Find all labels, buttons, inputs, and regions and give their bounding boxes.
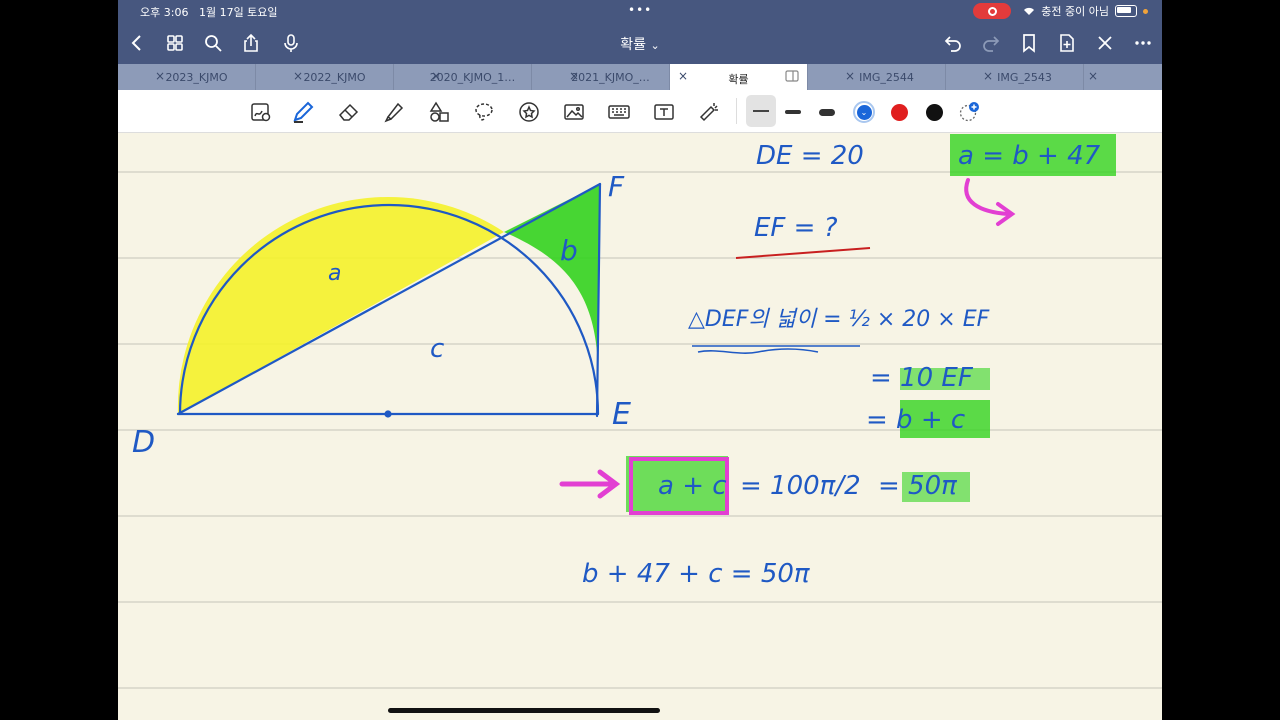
label-a: a xyxy=(328,261,341,286)
bookmark-icon[interactable] xyxy=(1018,32,1040,54)
lasso-icon[interactable] xyxy=(471,99,497,125)
add-page-icon[interactable] xyxy=(1056,32,1078,54)
laser-pointer-icon[interactable] xyxy=(696,99,722,125)
line-eqbc: = b + c xyxy=(866,405,965,435)
more-icon[interactable] xyxy=(1132,32,1154,54)
line-area: △DEF의 넓이 = ½ × 20 × EF xyxy=(688,307,990,332)
close-icon[interactable] xyxy=(1094,32,1116,54)
line-final: b + 47 + c = 50π xyxy=(582,559,810,589)
tab-img-2544[interactable]: × IMG_2544 xyxy=(808,64,946,90)
tab-2020-kjmo[interactable]: × 2020_KJMO_1… xyxy=(394,64,532,90)
add-color-icon[interactable] xyxy=(956,99,982,125)
label-e: E xyxy=(612,397,631,432)
line-de: DE = 20 xyxy=(756,141,864,171)
tab-active-probability[interactable]: × 확률 xyxy=(670,64,808,90)
tab-label: 확률 xyxy=(728,73,749,86)
screen-record-icon[interactable] xyxy=(973,3,1012,19)
status-bar: 오후 3:06 1월 17일 토요일 ••• 충전 중이 아님 xyxy=(118,0,1162,22)
status-time: 오후 3:06 xyxy=(140,6,189,19)
magenta-arrow-top xyxy=(964,178,1016,226)
line-ac-rhs: = 100π/2 xyxy=(740,471,861,501)
label-f: F xyxy=(608,170,625,203)
tab-close-icon[interactable]: × xyxy=(678,69,688,83)
search-icon[interactable] xyxy=(202,32,224,54)
stroke-medium-icon[interactable] xyxy=(780,99,806,125)
navigation-bar: 확률 ⌄ xyxy=(118,22,1162,64)
tab-2022-kjmo[interactable]: × 2022_KJMO xyxy=(256,64,394,90)
blue-wavy-underline xyxy=(692,345,860,354)
undo-icon[interactable] xyxy=(942,32,964,54)
red-underline xyxy=(735,247,871,259)
redo-icon[interactable] xyxy=(980,32,1002,54)
drawing-toolbar: ⌄ xyxy=(118,90,1162,133)
multitask-dots-icon[interactable]: ••• xyxy=(628,3,652,17)
handwriting-layer: D E F a b c DE = 20 a = b + 47 EF = ? △D… xyxy=(118,134,1162,689)
image-icon[interactable] xyxy=(561,99,587,125)
color-black-swatch[interactable] xyxy=(921,99,947,125)
keyboard-icon[interactable] xyxy=(606,99,632,125)
status-date: 1월 17일 토요일 xyxy=(198,6,278,19)
color-blue-swatch[interactable]: ⌄ xyxy=(851,99,877,125)
yellow-highlight-region-a xyxy=(177,196,504,414)
tab-label: 2021_KJMO_… xyxy=(571,71,650,84)
document-title-area: 확률 ⌄ xyxy=(118,34,1162,54)
blue-swatch-dot: ⌄ xyxy=(856,104,872,120)
label-d: D xyxy=(132,425,155,460)
magenta-arrow-left xyxy=(559,469,621,499)
back-icon[interactable] xyxy=(126,32,148,54)
stroke-thin-icon[interactable] xyxy=(746,95,776,127)
title-chevron-icon[interactable]: ⌄ xyxy=(651,39,660,52)
toolbar-divider xyxy=(736,98,737,124)
tab-label: 2022_KJMO xyxy=(303,71,366,84)
note-canvas[interactable]: D E F a b c DE = 20 a = b + 47 EF = ? △D… xyxy=(118,132,1162,720)
wifi-icon xyxy=(1024,7,1035,15)
tab-img-2543[interactable]: × IMG_2543 xyxy=(946,64,1084,90)
pen-icon[interactable] xyxy=(290,99,316,125)
status-datetime: 오후 3:06 1월 17일 토요일 xyxy=(140,4,278,20)
shapes-icon[interactable] xyxy=(426,99,452,125)
tab-label: IMG_2543 xyxy=(997,71,1052,84)
label-b: b xyxy=(560,234,578,267)
ai-lasso-icon[interactable] xyxy=(248,99,274,125)
charging-status: 충전 중이 아님 xyxy=(1041,5,1109,18)
document-title[interactable]: 확률 xyxy=(620,37,646,53)
status-right: 충전 중이 아님 xyxy=(973,3,1148,19)
tab-overflow[interactable]: × xyxy=(1084,64,1132,90)
text-icon[interactable] xyxy=(651,99,677,125)
sticker-icon[interactable] xyxy=(516,99,542,125)
app-frame: 오후 3:06 1월 17일 토요일 ••• 충전 중이 아님 확률 ⌄ × 2… xyxy=(118,0,1162,720)
grid-icon[interactable] xyxy=(164,32,186,54)
home-indicator[interactable] xyxy=(388,708,660,713)
split-view-icon[interactable] xyxy=(785,70,799,82)
line-aeq: a = b + 47 xyxy=(958,141,1101,171)
mic-icon[interactable] xyxy=(280,32,302,54)
highlighter-icon[interactable] xyxy=(381,99,407,125)
line-eq10: = 10 EF xyxy=(870,363,974,393)
tab-2023-kjmo[interactable]: × 2023_KJMO xyxy=(118,64,256,90)
label-c: c xyxy=(430,334,444,364)
battery-icon xyxy=(1115,5,1137,17)
share-icon[interactable] xyxy=(240,32,262,54)
mic-indicator-icon xyxy=(1143,8,1148,14)
line-ac: a + c xyxy=(658,471,727,501)
line-ef: EF = ? xyxy=(754,213,838,243)
stroke-thick-icon[interactable] xyxy=(814,99,840,125)
line-ac-result: = 50π xyxy=(878,471,957,501)
tab-label: IMG_2544 xyxy=(859,71,914,84)
tab-2021-kjmo[interactable]: × 2021_KJMO_… xyxy=(532,64,670,90)
eraser-icon[interactable] xyxy=(336,99,362,125)
tab-close-icon[interactable]: × xyxy=(1088,69,1098,83)
tab-label: 2023_KJMO xyxy=(165,71,228,84)
tab-label: 2020_KJMO_1… xyxy=(429,71,516,84)
color-red-swatch[interactable] xyxy=(886,99,912,125)
document-tabs: × 2023_KJMO × 2022_KJMO × 2020_KJMO_1… ×… xyxy=(118,64,1162,90)
